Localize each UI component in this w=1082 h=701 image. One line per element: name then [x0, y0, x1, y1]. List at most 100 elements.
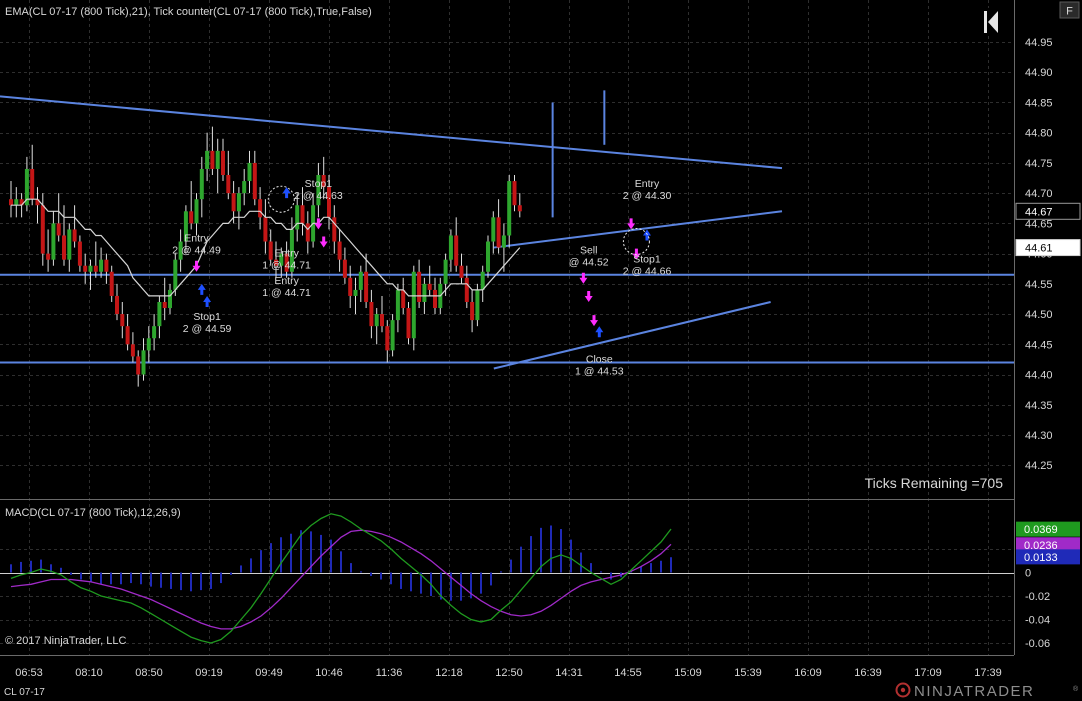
macd-tick-label: -0.04 [1025, 615, 1050, 627]
candle-body [305, 223, 310, 242]
current-price-label: 44.67 [1025, 206, 1053, 218]
time-tick-label: 11:36 [376, 667, 403, 679]
time-tick-label: 16:39 [854, 667, 882, 679]
candle-body [120, 314, 125, 327]
candle-body [40, 205, 45, 254]
trade-label-text: 2 @ 44.49 [172, 245, 221, 257]
candle-body [130, 344, 135, 357]
candle-body [56, 223, 61, 236]
trade-label-text: @ 44.52 [569, 257, 609, 269]
candle-body [210, 150, 215, 169]
candle-body [146, 338, 151, 351]
macd-value-label: 0.0369 [1024, 524, 1058, 536]
candle-body [475, 289, 480, 321]
candle-body [395, 289, 400, 321]
trade-label-text: Close [586, 353, 613, 365]
macd-tick-label: -0.02 [1025, 591, 1050, 603]
candle-body [507, 181, 512, 236]
candle-body [9, 199, 13, 206]
candle-body [30, 168, 35, 200]
candle-body [427, 283, 432, 290]
candle-body [242, 181, 247, 194]
candle-body [337, 241, 342, 260]
candle-body [406, 308, 411, 339]
f-button[interactable]: F [1059, 1, 1080, 19]
scroll-to-end-button[interactable] [980, 8, 1002, 36]
candle-body [205, 150, 210, 169]
ema-price-label: 44.61 [1025, 243, 1053, 255]
candle-body [459, 265, 464, 278]
price-tick-label: 44.35 [1025, 400, 1053, 412]
candle-body [491, 217, 496, 242]
price-tick-label: 44.25 [1025, 460, 1053, 472]
candle-body [268, 241, 273, 260]
candle-body [109, 271, 114, 296]
candle-body [258, 199, 263, 218]
time-tick-label: 08:50 [135, 667, 163, 679]
candle-body [141, 350, 146, 375]
time-tick-label: 09:19 [195, 667, 223, 679]
candle-body [231, 193, 236, 212]
instrument-label: CL 07-17 [4, 687, 45, 698]
price-tick-label: 44.70 [1025, 188, 1053, 200]
trade-label-text: 1 @ 44.53 [575, 365, 624, 377]
time-tick-label: 14:55 [614, 667, 642, 679]
trade-label-text: 2 @ 44.66 [623, 266, 672, 278]
candle-body [486, 241, 490, 272]
logo-wordmark: NINJATRADER [914, 683, 1034, 700]
time-tick-label: 14:31 [555, 667, 583, 679]
macd-tick-label: -0.06 [1025, 638, 1050, 650]
price-tick-label: 44.95 [1025, 37, 1053, 49]
candle-body [194, 199, 199, 224]
candle-body [422, 283, 427, 302]
candle-body [443, 259, 448, 284]
candle-body [433, 289, 437, 309]
candle-body [247, 162, 252, 182]
candle-body [14, 199, 19, 206]
trade-label-text: Entry [184, 233, 209, 245]
price-tick-label: 44.75 [1025, 158, 1053, 170]
candle-body [93, 265, 98, 272]
candle-body [353, 289, 358, 296]
trade-label-text: Entry [635, 178, 660, 190]
candle-body [300, 205, 305, 224]
candle-body [448, 235, 453, 260]
trade-label-text: Sell [580, 245, 598, 257]
price-tick-label: 44.80 [1025, 128, 1053, 140]
candle-body [62, 235, 66, 260]
macd-value-label: 0.0133 [1024, 552, 1058, 564]
candle-body [342, 259, 347, 278]
time-tick-label: 09:49 [255, 667, 283, 679]
time-tick-label: 17:09 [914, 667, 942, 679]
candle-body [152, 326, 157, 339]
trade-label-text: Entry [274, 248, 299, 260]
time-tick-label: 12:18 [435, 667, 463, 679]
chart-canvas[interactable]: Entry2 @ 44.49Stop12 @ 44.59Stop12 @ 44.… [0, 0, 1082, 701]
candle-body [88, 265, 93, 272]
indicator-legend: EMA(CL 07-17 (800 Tick),21), Tick counte… [5, 6, 372, 18]
price-tick-label: 44.40 [1025, 370, 1053, 382]
candle-body [464, 277, 469, 302]
candle-body [385, 326, 390, 351]
trade-label-text: Entry [274, 275, 299, 287]
candle-body [162, 301, 167, 309]
price-tick-label: 44.55 [1025, 279, 1053, 291]
candle-body [199, 168, 204, 200]
time-tick-label: 10:46 [315, 667, 343, 679]
candle-body [517, 205, 522, 212]
candle-body [380, 314, 384, 327]
candle-body [454, 235, 459, 266]
candle-body [470, 301, 475, 321]
time-tick-label: 08:10 [75, 667, 103, 679]
candle-body [72, 229, 77, 242]
candle-body [99, 259, 104, 272]
candle-body [496, 217, 501, 248]
price-tick-label: 44.30 [1025, 430, 1053, 442]
candle-body [51, 223, 56, 260]
candle-body [173, 259, 178, 290]
candle-body [83, 265, 88, 272]
macd-tick-label: 0 [1025, 568, 1031, 580]
trade-label-text: Stop1 [193, 311, 221, 323]
trade-label-text: Stop1 [633, 254, 661, 266]
f-button-label: F [1066, 6, 1073, 18]
